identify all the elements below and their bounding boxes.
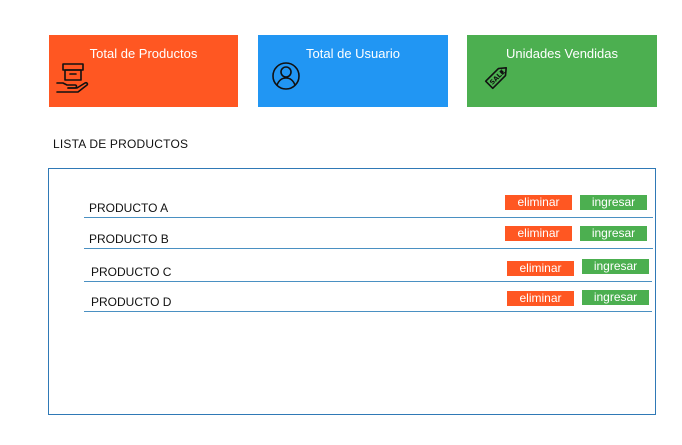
delete-button[interactable]: eliminar bbox=[505, 195, 572, 210]
enter-button[interactable]: ingresar bbox=[580, 226, 647, 241]
card-title: Total de Usuario bbox=[306, 46, 400, 61]
list-item: PRODUCTO D eliminar ingresar bbox=[84, 289, 652, 312]
delete-button[interactable]: eliminar bbox=[507, 261, 574, 276]
user-icon bbox=[272, 62, 300, 90]
delete-button[interactable]: eliminar bbox=[505, 226, 572, 241]
product-name: PRODUCTO D bbox=[91, 295, 172, 309]
list-item: PRODUCTO B eliminar ingresar bbox=[84, 226, 653, 249]
list-item: PRODUCTO A eliminar ingresar bbox=[84, 195, 653, 218]
product-list-panel: PRODUCTO A eliminar ingresar PRODUCTO B … bbox=[48, 168, 656, 415]
card-unidades-vendidas: Unidades Vendidas SALE bbox=[467, 35, 657, 107]
section-title: LISTA DE PRODUCTOS bbox=[53, 137, 189, 151]
list-item: PRODUCTO C eliminar ingresar bbox=[84, 259, 652, 282]
enter-button[interactable]: ingresar bbox=[582, 290, 649, 305]
card-title: Unidades Vendidas bbox=[505, 46, 619, 61]
product-name: PRODUCTO A bbox=[89, 201, 169, 215]
box-hand-icon bbox=[56, 63, 89, 93]
card-total-productos: Total de Productos bbox=[49, 35, 238, 107]
product-name: PRODUCTO C bbox=[91, 265, 172, 279]
card-title: Total de Productos bbox=[89, 46, 198, 61]
enter-button[interactable]: ingresar bbox=[580, 195, 647, 210]
enter-button[interactable]: ingresar bbox=[582, 259, 649, 274]
delete-button[interactable]: eliminar bbox=[507, 291, 574, 306]
product-name: PRODUCTO B bbox=[89, 232, 169, 246]
sale-tag-icon: SALE bbox=[484, 67, 507, 90]
card-total-usuarios: Total de Usuario bbox=[258, 35, 448, 107]
